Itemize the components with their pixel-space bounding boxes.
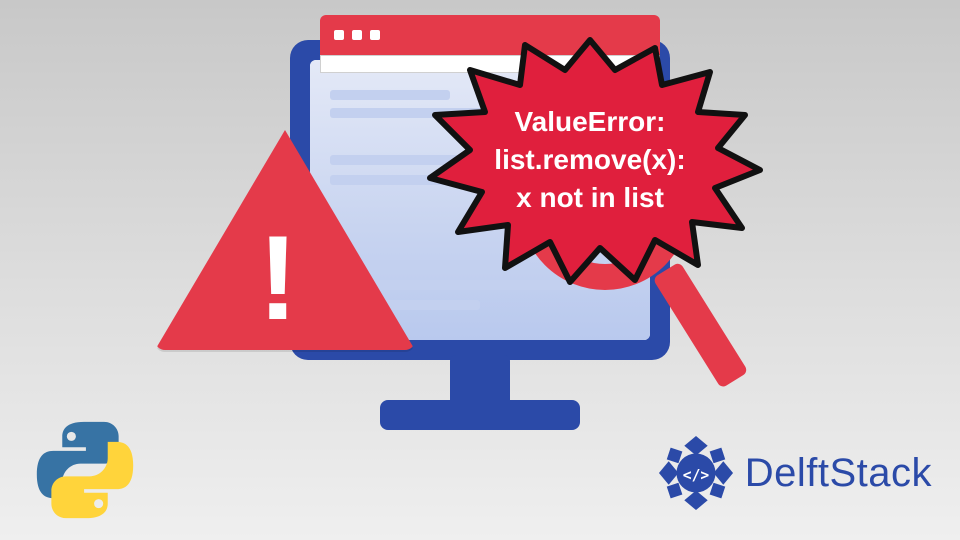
delftstack-logo-icon: </>: [657, 434, 735, 512]
window-control-dot: [370, 30, 380, 40]
error-line-3: x not in list: [516, 182, 664, 213]
window-control-dot: [334, 30, 344, 40]
python-logo-icon: [35, 420, 135, 520]
svg-text:</>: </>: [683, 467, 710, 484]
brand-name: DelftStack: [745, 451, 932, 496]
error-burst-bubble: ValueError: list.remove(x): x not in lis…: [410, 30, 770, 290]
illustration-canvas: ! ValueError: list.remove(x): x not in l…: [0, 0, 960, 540]
window-control-dot: [352, 30, 362, 40]
monitor-stand-base: [380, 400, 580, 430]
error-line-1: ValueError:: [515, 106, 666, 137]
error-message: ValueError: list.remove(x): x not in lis…: [410, 30, 770, 290]
brand-lockup: </> DelftStack: [657, 434, 932, 512]
error-line-2: list.remove(x):: [494, 144, 685, 175]
warning-exclamation: !: [258, 218, 298, 338]
